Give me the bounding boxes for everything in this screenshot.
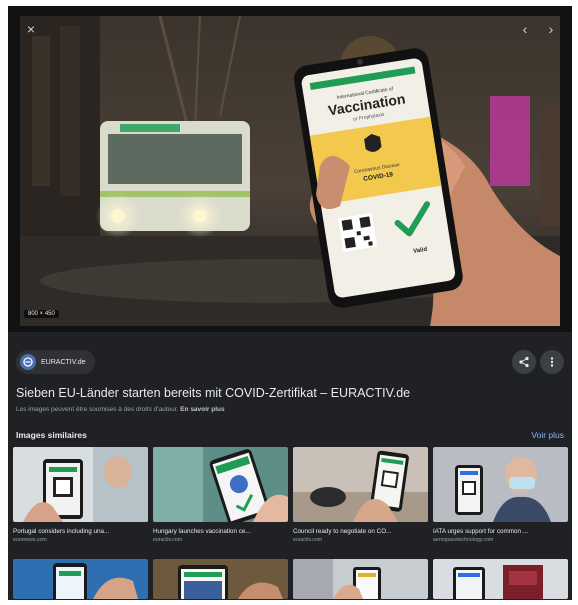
learn-more-link[interactable]: En savoir plus: [180, 406, 224, 413]
similar-image-thumbnail[interactable]: [13, 559, 148, 599]
similar-image-title: Hungary launches vaccination ce...: [153, 528, 251, 535]
similar-image-source: euractiv.com: [153, 537, 183, 543]
copyright-text: Les images peuvent être soumises à des d…: [16, 406, 179, 413]
copyright-note: Les images peuvent être soumises à des d…: [16, 406, 564, 413]
similar-image-card[interactable]: IATA urges support for common ... aerosp…: [433, 447, 568, 543]
source-chip[interactable]: EURACTIV.de: [16, 350, 96, 374]
main-image[interactable]: International Certificate of Vaccination…: [20, 16, 560, 326]
share-icon: [519, 356, 529, 368]
result-title[interactable]: Sieben EU-Länder starten bereits mit COV…: [16, 386, 564, 400]
chevron-right-icon: ›: [548, 21, 554, 37]
chevron-left-icon: ‹: [522, 21, 528, 37]
similar-image-thumbnail[interactable]: [153, 559, 288, 599]
similar-image-title: Portugal considers including una...: [13, 528, 110, 535]
similar-image-thumbnail[interactable]: [293, 559, 428, 599]
similar-image-thumbnail[interactable]: [13, 447, 148, 522]
see-more-link[interactable]: Voir plus: [531, 430, 564, 440]
close-button[interactable]: ×: [20, 18, 42, 40]
similar-image-card[interactable]: Council ready to negotiate on CO... eura…: [293, 447, 428, 543]
similar-image-source: euractiv.com: [293, 537, 323, 543]
similar-image-source: euronews.com: [13, 537, 47, 543]
qr-code-icon: [338, 212, 378, 252]
similar-image-thumbnail[interactable]: [153, 447, 288, 522]
similar-image-source: aerospacetechnology.com: [433, 537, 494, 543]
similar-image-title: Council ready to negotiate on CO...: [293, 528, 392, 535]
source-name: EURACTIV.de: [41, 358, 86, 366]
similar-image-title: IATA urges support for common ...: [433, 528, 528, 535]
similar-image-thumbnail[interactable]: [433, 447, 568, 522]
previous-image-button[interactable]: ‹: [514, 18, 536, 40]
image-viewer: International Certificate of Vaccination…: [8, 6, 572, 332]
more-vert-icon: [550, 357, 554, 367]
source-row: EURACTIV.de: [16, 348, 564, 378]
next-image-button[interactable]: ›: [540, 18, 562, 40]
similar-image-thumbnail[interactable]: [433, 559, 568, 599]
image-dimensions-badge: 800 × 450: [24, 310, 59, 318]
image-detail-panel: International Certificate of Vaccination…: [8, 6, 572, 600]
similar-images-title: Images similaires: [16, 430, 87, 440]
site-logo-icon: [20, 354, 36, 370]
similar-image-card[interactable]: Portugal considers including una... euro…: [13, 447, 148, 543]
more-options-button[interactable]: [540, 350, 564, 374]
close-icon: ×: [26, 21, 36, 37]
similar-image-thumbnail[interactable]: [293, 447, 428, 522]
similar-images-header: Images similaires Voir plus: [16, 430, 564, 444]
share-button[interactable]: [512, 350, 536, 374]
similar-image-card[interactable]: Hungary launches vaccination ce... eurac…: [153, 447, 288, 543]
